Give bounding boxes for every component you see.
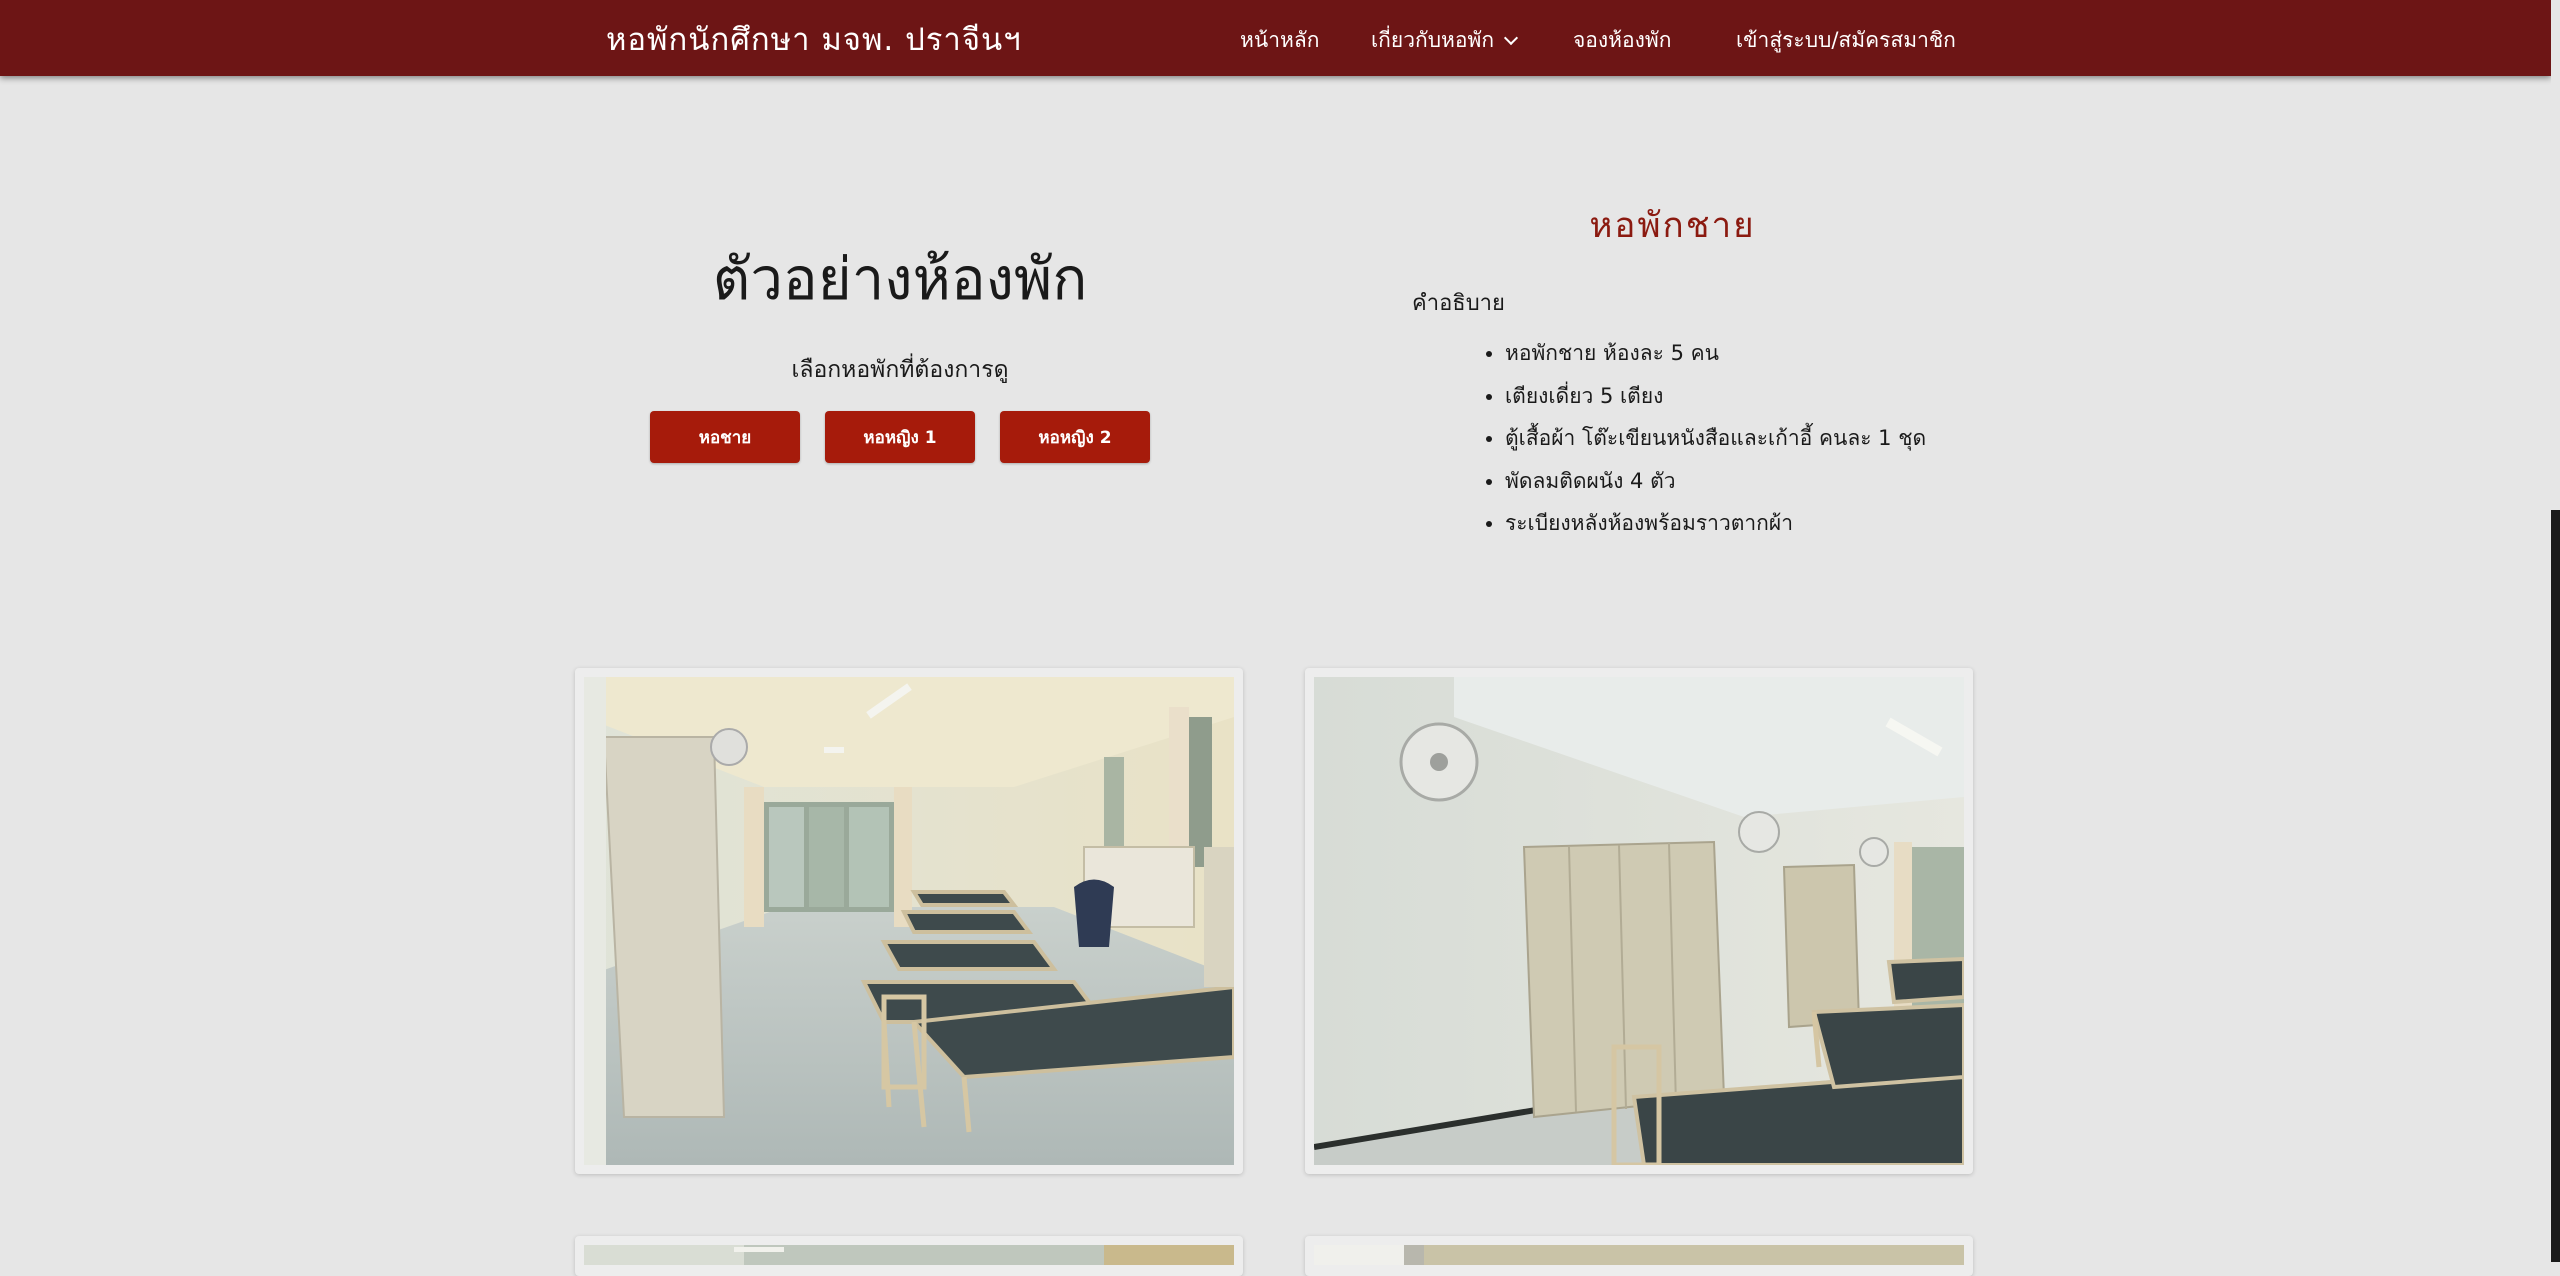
room-photo-card-3[interactable] <box>575 1236 1243 1276</box>
page-title: ตัวอย่างห้องพัก <box>712 245 1088 313</box>
description-label: คำอธิบาย <box>1412 291 1505 316</box>
brand-logo-text[interactable]: หอพักนักศึกษา มจพ. ปราจีนฯ <box>606 14 1022 64</box>
page-subtitle: เลือกหอพักที่ต้องการดู <box>791 357 1009 383</box>
room-photo-card-2[interactable] <box>1305 668 1973 1174</box>
room-photo-card-4[interactable] <box>1305 1236 1973 1276</box>
list-item: พัดลมติดผนัง 4 ตัว <box>1505 464 1926 507</box>
room-photo-2 <box>1314 677 1964 1165</box>
female-dorm-2-button[interactable]: หอหญิง 2 <box>1000 411 1150 463</box>
male-dorm-button[interactable]: หอชาย <box>650 411 800 463</box>
scrollbar-thumb[interactable] <box>2551 510 2560 1262</box>
room-photo-3 <box>584 1245 1234 1265</box>
list-item: หอพักชาย ห้องละ 5 คน <box>1505 336 1926 379</box>
nav-home[interactable]: หน้าหลัก <box>1240 24 1319 57</box>
list-item: ตู้เสื้อผ้า โต๊ะเขียนหนังสือและเก้าอี้ ค… <box>1505 421 1926 464</box>
description-list: หอพักชาย ห้องละ 5 คน เตียงเดี่ยว 5 เตียง… <box>1412 336 1926 549</box>
room-photo-4 <box>1314 1245 1964 1265</box>
room-photo-1 <box>584 677 1234 1165</box>
nav-about-dropdown[interactable]: เกี่ยวกับหอพัก <box>1371 24 1519 57</box>
female-dorm-1-button[interactable]: หอหญิง 1 <box>825 411 975 463</box>
nav-about-label: เกี่ยวกับหอพัก <box>1371 28 1495 52</box>
list-item: เตียงเดี่ยว 5 เตียง <box>1505 379 1926 422</box>
room-photo-card-1[interactable] <box>575 668 1243 1174</box>
chevron-down-icon <box>1503 30 1519 46</box>
top-navbar: หอพักนักศึกษา มจพ. ปราจีนฯ หน้าหลัก เกี่… <box>0 0 2551 76</box>
nav-login-register[interactable]: เข้าสู่ระบบ/สมัครสมาชิก <box>1736 24 1956 57</box>
list-item: ระเบียงหลังห้องพร้อมราวตากผ้า <box>1505 506 1926 549</box>
dorm-title: หอพักชาย <box>1589 206 1756 246</box>
nav-booking[interactable]: จองห้องพัก <box>1573 24 1671 57</box>
